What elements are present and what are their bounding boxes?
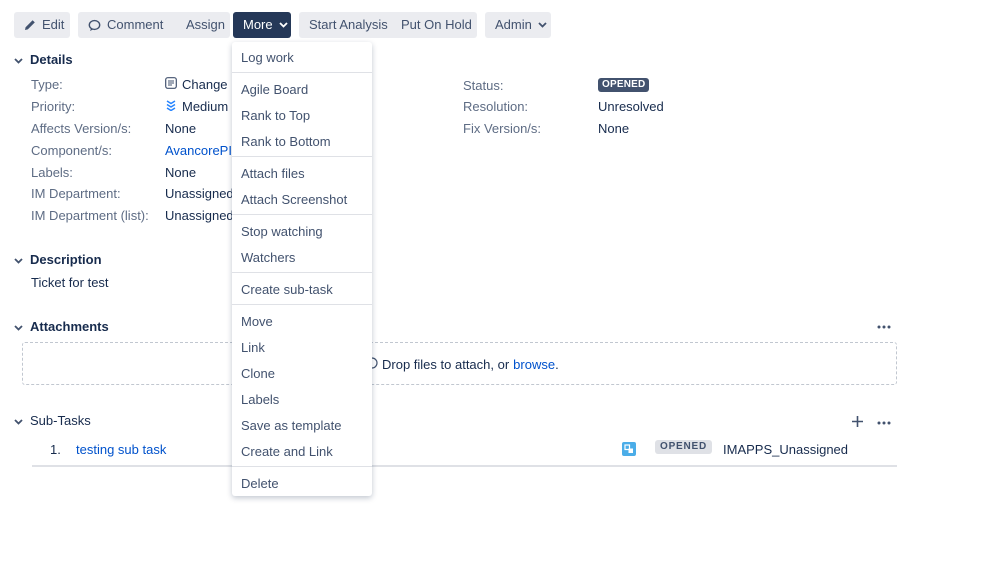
menu-divider (232, 272, 372, 273)
labels-label: Labels: (31, 165, 73, 180)
labels-value: None (165, 165, 197, 180)
admin-button-label: Admin (495, 17, 532, 32)
status-value: OPENED (598, 78, 650, 92)
menu-item-clone[interactable]: Clone (241, 366, 275, 381)
chevron-down-icon (14, 319, 23, 334)
status-badge: OPENED (598, 78, 650, 92)
menu-item-attach-screenshot[interactable]: Attach Screenshot (241, 192, 347, 207)
details-title: Details (30, 52, 73, 67)
menu-divider (232, 72, 372, 73)
menu-divider (232, 156, 372, 157)
priority-value-text: Medium (182, 99, 229, 114)
subtask-assignee: IMAPPS_Unassigned (723, 442, 849, 457)
assign-button[interactable]: Assign (176, 12, 230, 38)
chevron-down-icon (14, 413, 23, 428)
dropzone-text: Drop files to attach, or (382, 357, 510, 372)
menu-item-log-work[interactable]: Log work (241, 50, 294, 65)
change-request-icon (165, 77, 177, 92)
menu-divider (232, 214, 372, 215)
subtask-status-badge: OPENED (655, 440, 713, 454)
ellipsis-icon[interactable] (877, 320, 891, 335)
dropzone-period: . (555, 357, 559, 372)
fix-version-label: Fix Version/s: (463, 121, 542, 136)
menu-item-attach-files[interactable]: Attach files (241, 166, 305, 181)
status-label: Status: (463, 78, 504, 93)
menu-item-agile-board[interactable]: Agile Board (241, 82, 308, 97)
start-analysis-button[interactable]: Start Analysis (299, 12, 405, 38)
resolution-value: Unresolved (598, 99, 664, 114)
priority-value: Medium (165, 99, 228, 114)
menu-item-labels[interactable]: Labels (241, 392, 279, 407)
description-title: Description (30, 252, 102, 267)
ellipsis-icon[interactable] (877, 416, 891, 431)
im-department-label: IM Department: (31, 186, 121, 201)
attachments-title: Attachments (30, 319, 109, 334)
put-on-hold-button-label: Put On Hold (401, 17, 472, 32)
comment-button[interactable]: Comment (78, 12, 182, 38)
pencil-icon (24, 19, 36, 31)
subtasks-title: Sub-Tasks (30, 413, 91, 428)
start-analysis-button-label: Start Analysis (309, 17, 388, 32)
menu-item-save-as-template[interactable]: Save as template (241, 418, 341, 433)
more-button-label: More (243, 17, 273, 32)
component-label: Component/s: (31, 143, 112, 158)
menu-item-rank-to-top[interactable]: Rank to Top (241, 108, 310, 123)
component-link[interactable]: AvancorePIF (165, 143, 240, 158)
plus-icon[interactable] (851, 415, 864, 431)
subtask-number: 1. (50, 442, 61, 457)
speech-bubble-icon (88, 19, 101, 32)
menu-item-create-and-link[interactable]: Create and Link (241, 444, 333, 459)
chevron-down-icon (14, 52, 23, 67)
menu-item-stop-watching[interactable]: Stop watching (241, 224, 323, 239)
menu-item-delete[interactable]: Delete (241, 476, 279, 491)
affects-version-value: None (165, 121, 197, 136)
subtasks-divider (32, 465, 897, 467)
menu-item-link[interactable]: Link (241, 340, 265, 355)
fix-version-value: None (598, 121, 630, 136)
type-value: Change R (165, 77, 241, 92)
comment-button-label: Comment (107, 17, 164, 32)
menu-item-rank-to-bottom[interactable]: Rank to Bottom (241, 134, 331, 149)
put-on-hold-button[interactable]: Put On Hold (391, 12, 477, 38)
resolution-label: Resolution: (463, 99, 529, 114)
priority-medium-icon (165, 99, 177, 114)
assign-button-label: Assign (186, 17, 226, 32)
subtask-summary-link[interactable]: testing sub task (76, 442, 166, 457)
priority-label: Priority: (31, 99, 76, 114)
browse-link[interactable]: browse (513, 357, 555, 372)
edit-button-label: Edit (42, 17, 65, 32)
im-department-list-value: Unassigned (165, 208, 234, 223)
subtasks-section-toggle[interactable]: Sub-Tasks (14, 413, 91, 428)
im-department-value: Unassigned (165, 186, 234, 201)
menu-divider (232, 466, 372, 467)
description-text: Ticket for test (31, 275, 109, 290)
edit-button[interactable]: Edit (14, 12, 70, 38)
im-department-list-label: IM Department (list): (31, 208, 149, 223)
more-dropdown-menu: Log work Agile Board Rank to Top Rank to… (232, 42, 372, 496)
admin-button[interactable]: Admin (485, 12, 551, 38)
menu-item-create-sub-task[interactable]: Create sub-task (241, 282, 333, 297)
dropzone-message: Drop files to attach, or browse. (366, 357, 559, 372)
attachments-section-toggle[interactable]: Attachments (14, 319, 109, 334)
subtask-status: OPENED (655, 440, 713, 454)
more-button[interactable]: More (233, 12, 291, 38)
chevron-down-icon (14, 252, 23, 267)
chevron-down-icon (538, 22, 547, 28)
chevron-down-icon (278, 22, 288, 28)
menu-item-move[interactable]: Move (241, 314, 273, 329)
description-section-toggle[interactable]: Description (14, 252, 102, 267)
subtask-icon (622, 442, 636, 459)
affects-version-label: Affects Version/s: (31, 121, 132, 136)
menu-item-watchers[interactable]: Watchers (241, 250, 295, 265)
menu-divider (232, 304, 372, 305)
details-section-toggle[interactable]: Details (14, 52, 73, 67)
type-label: Type: (31, 77, 63, 92)
